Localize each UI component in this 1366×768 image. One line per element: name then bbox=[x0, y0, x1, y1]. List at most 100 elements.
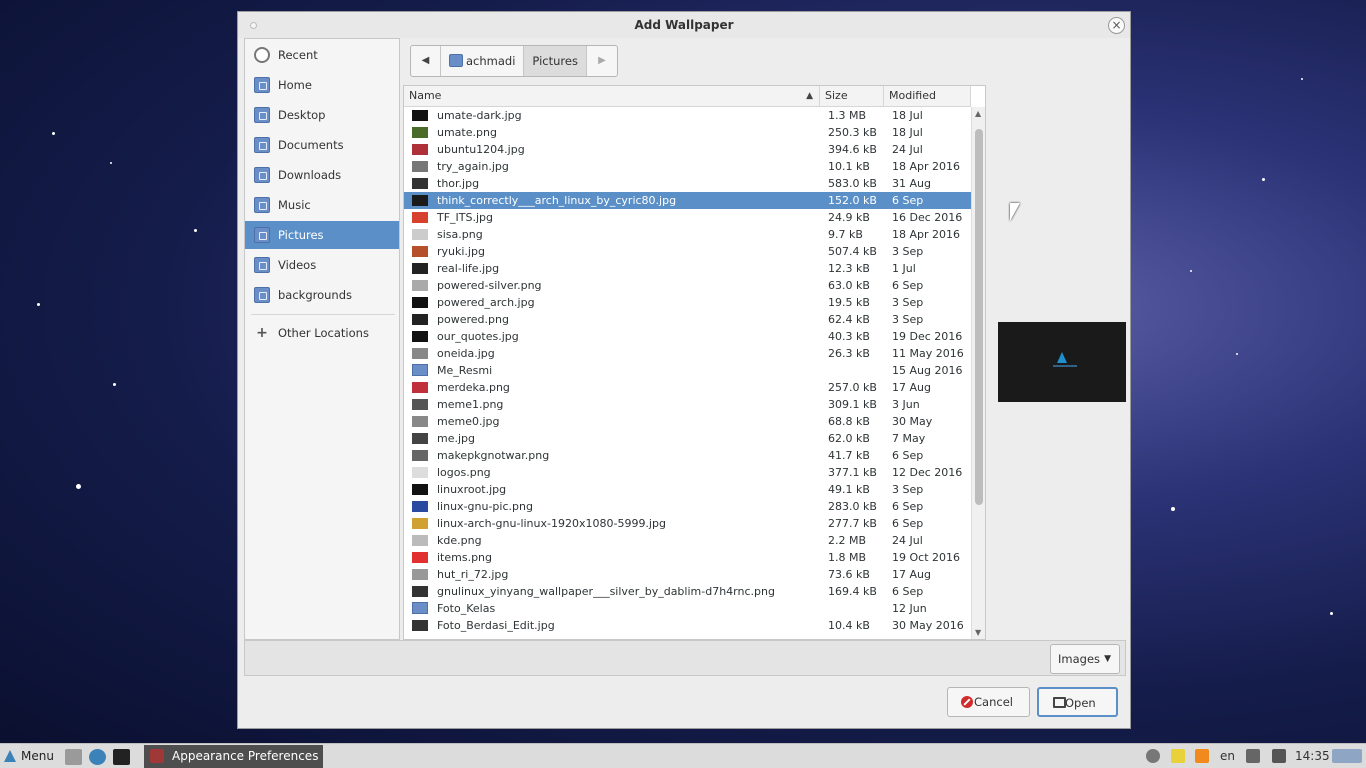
sidebar-item-home[interactable]: Home bbox=[245, 71, 399, 99]
sidebar-item-recent[interactable]: Recent bbox=[245, 41, 399, 69]
path-bar: ◀ achmadi Pictures ▶ bbox=[410, 45, 618, 77]
path-forward-button[interactable]: ▶ bbox=[587, 46, 617, 76]
column-header-size[interactable]: Size bbox=[820, 86, 884, 106]
sidebar-item-documents[interactable]: Documents bbox=[245, 131, 399, 159]
cancel-button[interactable]: Cancel bbox=[947, 687, 1030, 717]
file-row[interactable]: linuxroot.jpg 49.1 kB 3 Sep bbox=[404, 481, 971, 498]
workspace-switcher-icon[interactable] bbox=[1332, 749, 1362, 763]
file-row[interactable]: try_again.jpg 10.1 kB 18 Apr 2016 bbox=[404, 158, 971, 175]
scroll-down-icon[interactable]: ▼ bbox=[975, 628, 981, 637]
file-modified: 3 Sep bbox=[892, 245, 924, 258]
clock[interactable]: 14:35 bbox=[1295, 748, 1330, 764]
close-icon: × bbox=[1111, 18, 1122, 32]
file-modified: 15 Aug 2016 bbox=[892, 364, 963, 377]
star bbox=[1190, 270, 1192, 272]
path-crumb-home[interactable]: achmadi bbox=[441, 46, 525, 76]
clipboard-p-icon[interactable] bbox=[1171, 749, 1185, 763]
file-modified: 6 Sep bbox=[892, 517, 924, 530]
bluetooth-icon[interactable] bbox=[1146, 749, 1160, 763]
file-row[interactable]: umate-dark.jpg 1.3 MB 18 Jul bbox=[404, 107, 971, 124]
file-row[interactable]: powered.png 62.4 kB 3 Sep bbox=[404, 311, 971, 328]
file-row[interactable]: real-life.jpg 12.3 kB 1 Jul bbox=[404, 260, 971, 277]
file-row[interactable]: oneida.jpg 26.3 kB 11 May 2016 bbox=[404, 345, 971, 362]
file-row[interactable]: umate.png 250.3 kB 18 Jul bbox=[404, 124, 971, 141]
file-row[interactable]: think_correctly___arch_linux_by_cyric80.… bbox=[404, 192, 971, 209]
file-name: gnulinux_yinyang_wallpaper___silver_by_d… bbox=[437, 585, 775, 598]
network-signal-icon[interactable] bbox=[1272, 749, 1286, 763]
file-row[interactable]: our_quotes.jpg 40.3 kB 19 Dec 2016 bbox=[404, 328, 971, 345]
sidebar-item-videos[interactable]: Videos bbox=[245, 251, 399, 279]
file-modified: 6 Sep bbox=[892, 585, 924, 598]
file-row[interactable]: thor.jpg 583.0 kB 31 Aug bbox=[404, 175, 971, 192]
image-thumbnail-icon bbox=[412, 569, 428, 580]
file-name: meme1.png bbox=[437, 398, 504, 411]
sidebar-item-downloads[interactable]: Downloads bbox=[245, 161, 399, 189]
vertical-scrollbar[interactable]: ▲ ▼ bbox=[971, 107, 985, 639]
file-row[interactable]: sisa.png 9.7 kB 18 Apr 2016 bbox=[404, 226, 971, 243]
file-size: 68.8 kB bbox=[828, 415, 870, 428]
volume-icon[interactable] bbox=[1246, 749, 1260, 763]
cancel-label: Cancel bbox=[974, 695, 1013, 709]
file-modified: 24 Jul bbox=[892, 143, 923, 156]
file-modified: 19 Dec 2016 bbox=[892, 330, 963, 343]
column-header-name[interactable]: Name ▲ bbox=[404, 86, 820, 106]
file-manager-launcher-icon[interactable] bbox=[65, 749, 82, 765]
sidebar-item-label: Documents bbox=[278, 138, 344, 152]
taskbar-app-appearance-preferences[interactable]: Appearance Preferences bbox=[144, 745, 323, 768]
file-row[interactable]: powered_arch.jpg 19.5 kB 3 Sep bbox=[404, 294, 971, 311]
keyboard-layout-indicator[interactable]: en bbox=[1220, 748, 1235, 764]
sidebar-item-pictures[interactable]: Pictures bbox=[245, 221, 399, 249]
file-modified: 6 Sep bbox=[892, 449, 924, 462]
file-row[interactable]: gnulinux_yinyang_wallpaper___silver_by_d… bbox=[404, 583, 971, 600]
file-row[interactable]: items.png 1.8 MB 19 Oct 2016 bbox=[404, 549, 971, 566]
file-name: linux-gnu-pic.png bbox=[437, 500, 533, 513]
sidebar-item-other-locations[interactable]: + Other Locations bbox=[245, 319, 399, 347]
open-button[interactable]: Open bbox=[1037, 687, 1118, 717]
file-size: 283.0 kB bbox=[828, 500, 877, 513]
file-name: Foto_Kelas bbox=[437, 602, 496, 615]
file-type-filter-dropdown[interactable]: Images ▼ bbox=[1050, 644, 1120, 674]
file-modified: 3 Sep bbox=[892, 483, 924, 496]
file-row[interactable]: me.jpg 62.0 kB 7 May bbox=[404, 430, 971, 447]
browser-launcher-icon[interactable] bbox=[89, 749, 106, 765]
scrollbar-thumb[interactable] bbox=[975, 129, 983, 505]
file-row[interactable]: meme0.jpg 68.8 kB 30 May bbox=[404, 413, 971, 430]
file-row[interactable]: makepkgnotwar.png 41.7 kB 6 Sep bbox=[404, 447, 971, 464]
file-row[interactable]: ryuki.jpg 507.4 kB 3 Sep bbox=[404, 243, 971, 260]
column-header-modified[interactable]: Modified bbox=[884, 86, 971, 106]
taskbar-app-label: Appearance Preferences bbox=[172, 749, 319, 763]
file-row[interactable]: linux-arch-gnu-linux-1920x1080-5999.jpg 2… bbox=[404, 515, 971, 532]
file-row[interactable]: hut_ri_72.jpg 73.6 kB 17 Aug bbox=[404, 566, 971, 583]
file-row[interactable]: merdeka.png 257.0 kB 17 Aug bbox=[404, 379, 971, 396]
menu-label: Menu bbox=[21, 749, 54, 763]
folder-icon bbox=[412, 602, 428, 614]
path-crumb-pictures[interactable]: Pictures bbox=[524, 46, 587, 76]
star bbox=[113, 383, 116, 386]
dialog-titlebar[interactable]: Add Wallpaper × bbox=[238, 12, 1130, 38]
close-button[interactable]: × bbox=[1108, 17, 1125, 34]
file-name: me.jpg bbox=[437, 432, 476, 445]
path-back-button[interactable]: ◀ bbox=[411, 46, 441, 76]
file-row[interactable]: ubuntu1204.jpg 394.6 kB 24 Jul bbox=[404, 141, 971, 158]
terminal-launcher-icon[interactable] bbox=[113, 749, 130, 765]
file-row[interactable]: linux-gnu-pic.png 283.0 kB 6 Sep bbox=[404, 498, 971, 515]
file-row[interactable]: Foto_Berdasi_Edit.jpg 10.4 kB 30 May 2016 bbox=[404, 617, 971, 634]
sidebar-item-music[interactable]: Music bbox=[245, 191, 399, 219]
vlc-icon[interactable] bbox=[1195, 749, 1209, 763]
file-row[interactable]: Me_Resmi 15 Aug 2016 bbox=[404, 362, 971, 379]
file-modified: 19 Oct 2016 bbox=[892, 551, 961, 564]
pictures-folder-icon bbox=[254, 227, 270, 243]
sidebar-item-desktop[interactable]: Desktop bbox=[245, 101, 399, 129]
file-row[interactable]: Foto_Kelas 12 Jun bbox=[404, 600, 971, 617]
file-modified: 18 Apr 2016 bbox=[892, 160, 961, 173]
file-row[interactable]: meme1.png 309.1 kB 3 Jun bbox=[404, 396, 971, 413]
file-row[interactable]: TF_ITS.jpg 24.9 kB 16 Dec 2016 bbox=[404, 209, 971, 226]
file-row[interactable]: powered-silver.png 63.0 kB 6 Sep bbox=[404, 277, 971, 294]
file-row[interactable]: kde.png 2.2 MB 24 Jul bbox=[404, 532, 971, 549]
sidebar-item-backgrounds[interactable]: backgrounds bbox=[245, 281, 399, 309]
window-menu-dot-icon[interactable] bbox=[250, 22, 257, 29]
menu-button[interactable]: Menu bbox=[4, 748, 54, 764]
scroll-up-icon[interactable]: ▲ bbox=[975, 109, 981, 118]
open-icon bbox=[1053, 697, 1066, 708]
file-row[interactable]: logos.png 377.1 kB 12 Dec 2016 bbox=[404, 464, 971, 481]
